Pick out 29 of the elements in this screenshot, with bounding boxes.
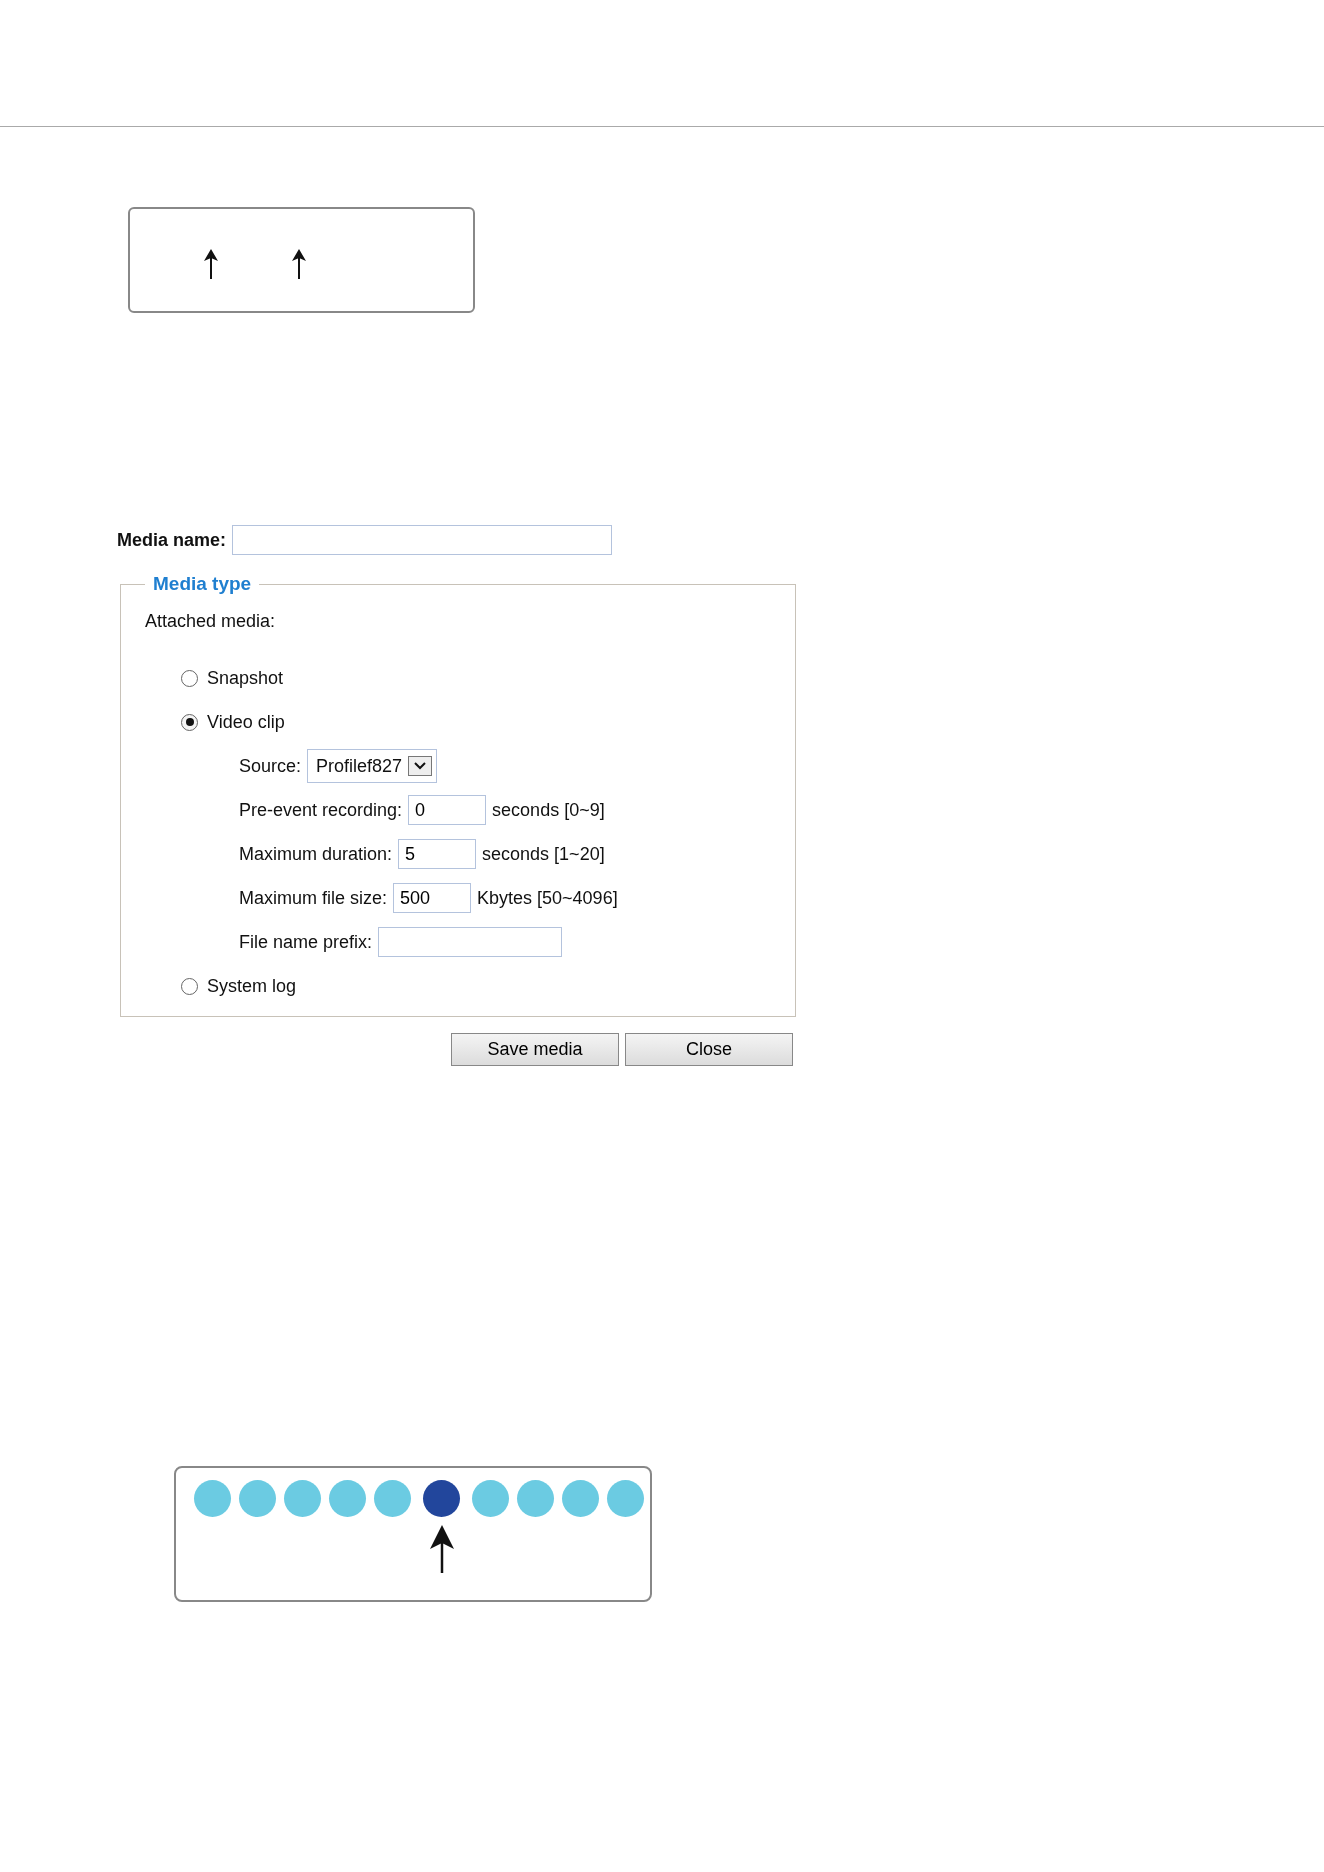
media-name-field[interactable] <box>232 525 613 555</box>
action-button[interactable]: Save media <box>451 1033 619 1066</box>
radio-button[interactable] <box>181 669 198 687</box>
action-button[interactable]: Close <box>625 1033 793 1066</box>
arrow-icon <box>203 249 219 279</box>
field-label: Source: <box>239 755 302 777</box>
field-label: Attached media: <box>145 611 277 632</box>
panel-title: Media type <box>152 573 253 595</box>
field-label: Pre-event recording: <box>239 799 403 821</box>
radio-button[interactable] <box>181 713 198 731</box>
input-field[interactable] <box>378 927 563 957</box>
input-field[interactable]: 5 <box>398 839 477 869</box>
source-dropdown[interactable]: Profilef827 <box>307 749 438 783</box>
range-hint: seconds [1~20] <box>482 843 605 865</box>
arrow-icon <box>428 1525 455 1573</box>
radio-button[interactable] <box>181 977 198 995</box>
caret-icon <box>408 756 433 776</box>
input-field[interactable]: 500 <box>393 883 472 913</box>
field-label: Maximum duration: <box>239 843 393 865</box>
field-label: Media name: <box>117 529 227 551</box>
option-label[interactable]: Video clip <box>207 711 285 733</box>
option-label[interactable]: Snapshot <box>207 667 284 689</box>
range-hint: Kbytes [50~4096] <box>477 887 618 909</box>
input-field[interactable]: 0 <box>408 795 487 825</box>
arrow-icon <box>291 249 307 279</box>
option-label[interactable]: System log <box>207 975 297 997</box>
field-label: File name prefix: <box>239 931 373 953</box>
field-label: Maximum file size: <box>239 887 388 909</box>
range-hint: seconds [0~9] <box>492 799 605 821</box>
